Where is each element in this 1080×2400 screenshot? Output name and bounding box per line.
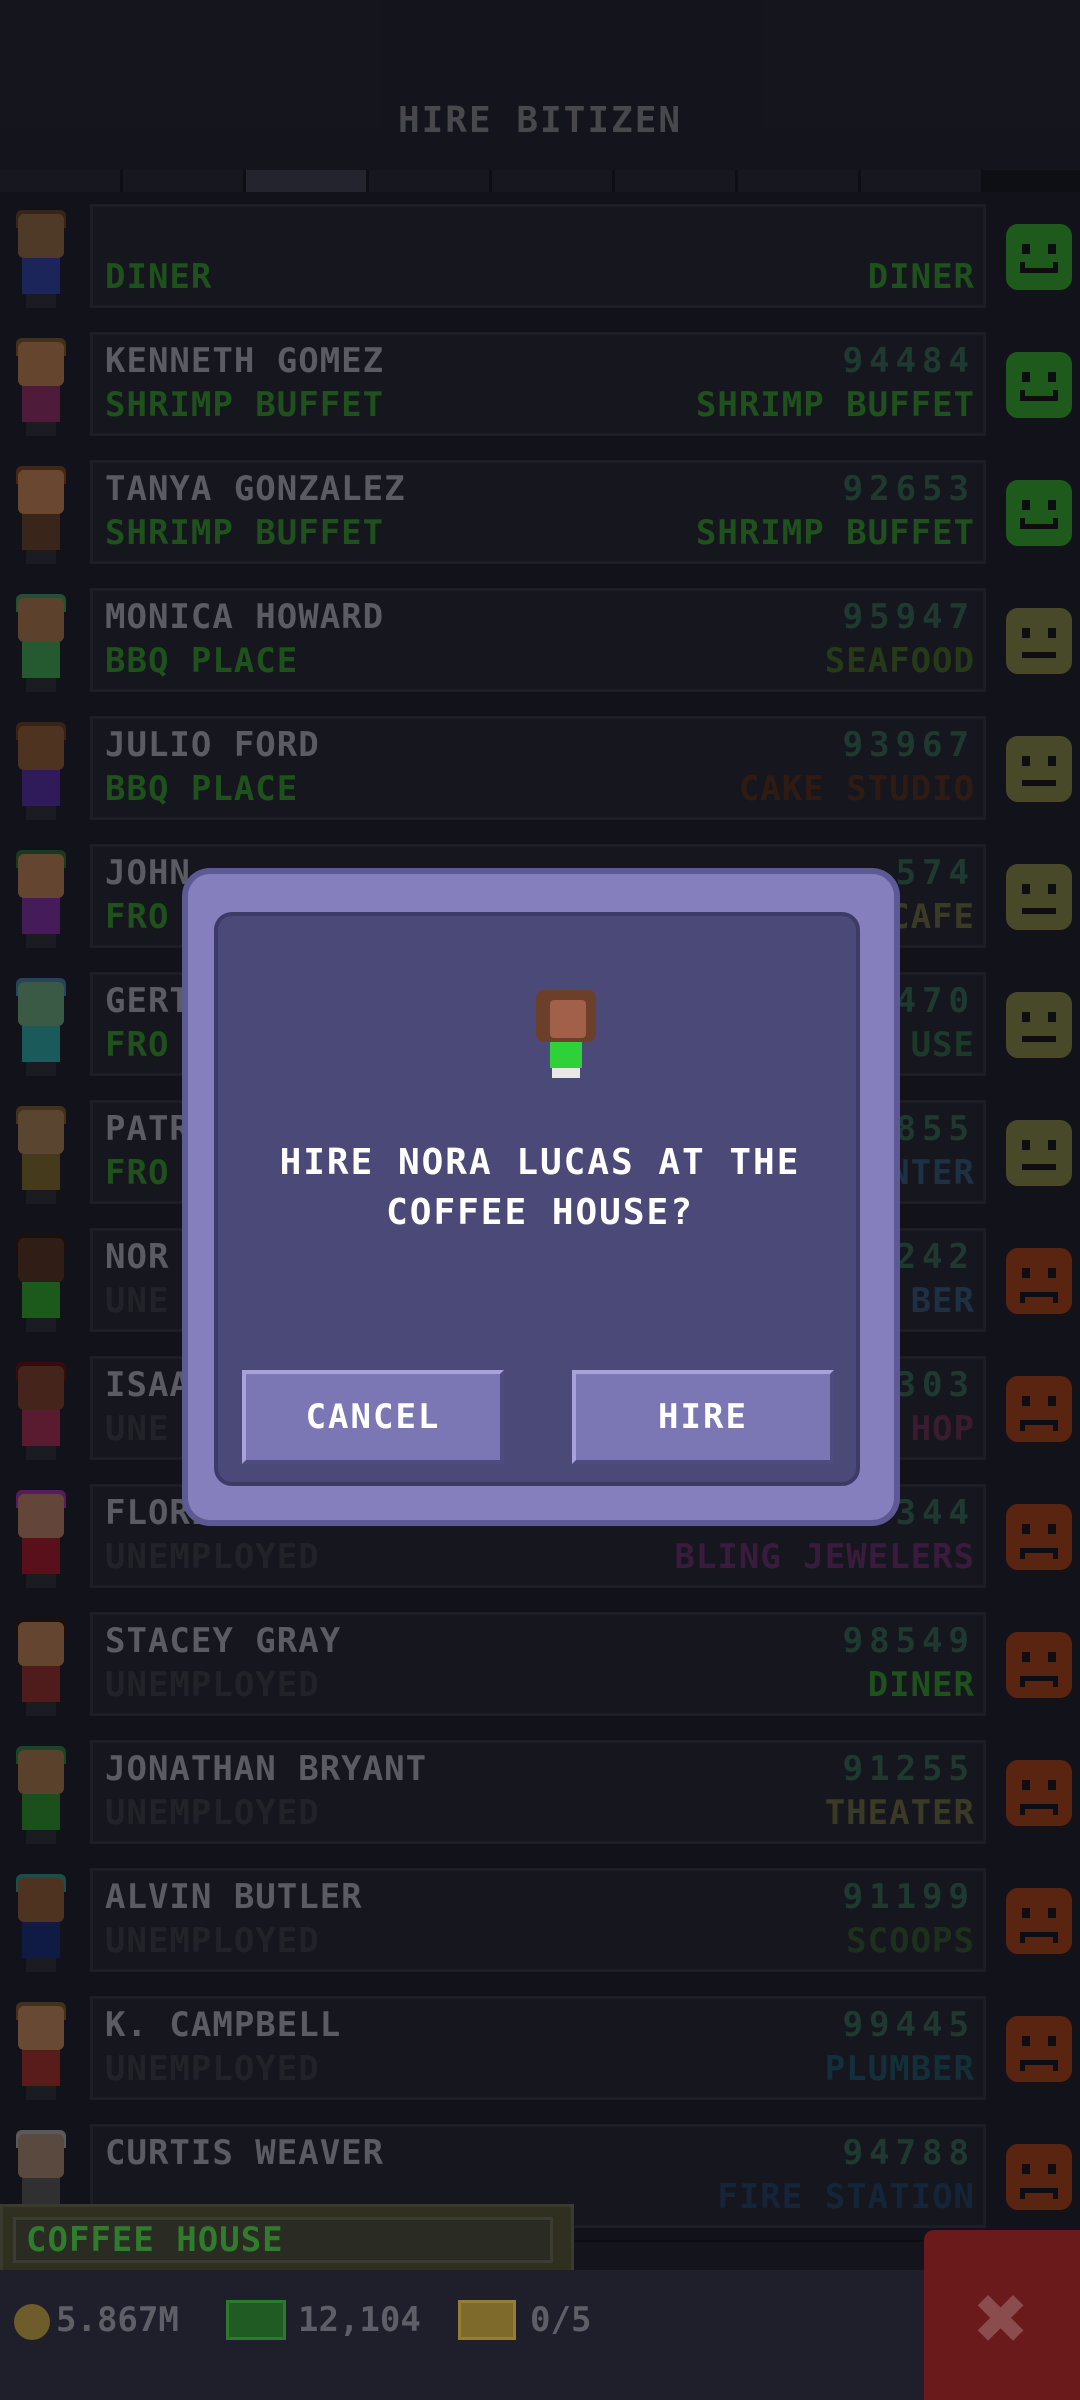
bux-icon xyxy=(226,2300,286,2340)
building-panel: COFFEE HOUSE xyxy=(0,2204,574,2278)
bux-count: 12,104 xyxy=(298,2300,421,2340)
building-name: COFFEE HOUSE xyxy=(13,2217,553,2263)
hire-button[interactable]: HIRE xyxy=(572,1370,834,1464)
ticket-icon xyxy=(458,2300,516,2340)
close-button[interactable]: ✖ xyxy=(924,2230,1080,2400)
close-icon: ✖ xyxy=(974,2266,1030,2371)
hire-dialog-message-line1: HIRE NORA LUCAS AT THE xyxy=(279,1142,801,1183)
ticket-count: 0/5 xyxy=(530,2300,592,2340)
cancel-button[interactable]: CANCEL xyxy=(242,1370,504,1464)
coin-count: 5.867M xyxy=(56,2300,179,2340)
bitizen-avatar xyxy=(536,990,596,1080)
coin-icon xyxy=(14,2304,50,2340)
hire-dialog-message: HIRE NORA LUCAS AT THE COFFEE HOUSE? xyxy=(210,1138,870,1238)
status-bar: 5.867M 12,104 0/5 xyxy=(0,2270,930,2400)
hire-dialog-message-line2: COFFEE HOUSE? xyxy=(386,1192,694,1233)
